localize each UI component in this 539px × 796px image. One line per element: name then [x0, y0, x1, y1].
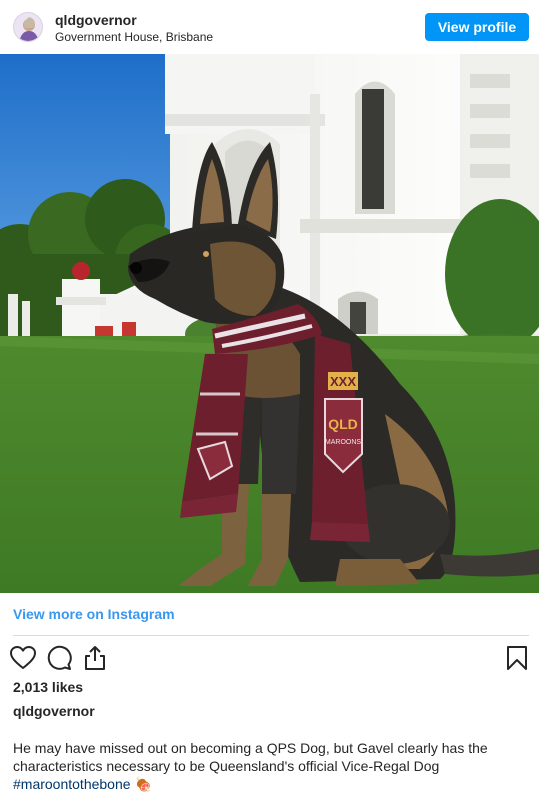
- meat-emoji: 🍖: [134, 776, 152, 792]
- scarf-sub-text: MAROONS: [325, 439, 362, 446]
- divider: [13, 635, 529, 636]
- caption-body: He may have missed out on becoming a QPS…: [13, 740, 488, 774]
- like-button[interactable]: [9, 644, 37, 672]
- view-more-link[interactable]: View more on Instagram: [13, 606, 175, 622]
- avatar-image: [14, 13, 42, 41]
- comment-icon: [47, 645, 72, 670]
- heart-icon: [10, 646, 36, 669]
- share-icon: [85, 646, 105, 670]
- view-profile-button[interactable]: View profile: [425, 13, 529, 41]
- comment-button[interactable]: [45, 644, 73, 672]
- hashtag-link[interactable]: #maroontothebone: [13, 776, 131, 792]
- scarf-top-text: XXX: [330, 374, 356, 389]
- post-photo[interactable]: XXX QLD MAROONS: [0, 54, 539, 593]
- location-label[interactable]: Government House, Brisbane: [55, 30, 213, 44]
- likes-count[interactable]: 2,013 likes: [13, 679, 83, 695]
- caption-text: He may have missed out on becoming a QPS…: [13, 739, 513, 793]
- instagram-embed-card: qldgovernor Government House, Brisbane V…: [0, 0, 539, 796]
- post-header: qldgovernor Government House, Brisbane V…: [0, 0, 539, 54]
- username[interactable]: qldgovernor: [55, 12, 137, 28]
- action-bar: [0, 642, 539, 674]
- scarf-brand-text: QLD: [328, 416, 358, 432]
- profile-avatar[interactable]: [13, 12, 43, 42]
- bookmark-icon: [507, 646, 527, 670]
- save-button[interactable]: [503, 644, 531, 672]
- post-image: XXX QLD MAROONS: [0, 54, 539, 593]
- share-button[interactable]: [81, 644, 109, 672]
- caption-owner[interactable]: qldgovernor: [13, 703, 95, 719]
